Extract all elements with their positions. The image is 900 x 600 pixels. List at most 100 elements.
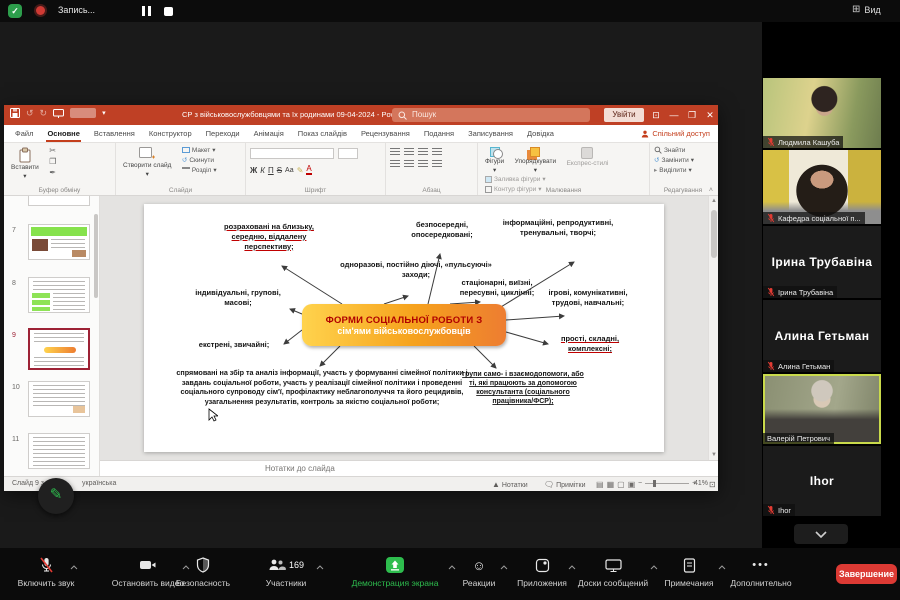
scroll-up-icon[interactable]: ▲: [709, 198, 719, 204]
undo-icon[interactable]: ↺: [26, 108, 34, 118]
security-button[interactable]: Безопасность: [158, 555, 248, 588]
slide-label-informational[interactable]: інформаційні, репродуктивні, тренувальні…: [496, 218, 620, 238]
tab-insert[interactable]: Вставлення: [87, 125, 142, 142]
slide-label-self-help[interactable]: групи само- і взаємодопомоги, або ті, як…: [458, 370, 588, 406]
slide-label-individual[interactable]: індивідуальні, групові, масові;: [182, 288, 294, 308]
language-indicator[interactable]: українська: [82, 480, 116, 487]
format-painter-icon[interactable]: ✒: [49, 168, 56, 177]
quick-styles-button[interactable]: Експрес-стилі: [564, 146, 612, 168]
thumbnail-scrollbar[interactable]: [94, 214, 98, 298]
paste-button[interactable]: Вставити▾: [8, 146, 42, 181]
participant-tile-video[interactable]: Кафедра соціальної п...: [763, 150, 881, 224]
participant-tile-active-speaker[interactable]: Валерій Петрович: [763, 374, 881, 444]
unmute-button[interactable]: Включить звук: [4, 555, 88, 588]
slide-thumbnail-9-selected[interactable]: [28, 328, 90, 370]
tab-recording[interactable]: Записування: [461, 125, 520, 142]
bullets-icon[interactable]: [390, 148, 400, 156]
numbering-icon[interactable]: [404, 148, 414, 156]
scroll-down-icon[interactable]: ▼: [709, 452, 719, 458]
align-center-icon[interactable]: [404, 160, 414, 168]
participant-tile-novideo[interactable]: Ihor Ihor: [763, 446, 881, 516]
slide-sorter-icon[interactable]: ▦: [607, 480, 615, 489]
collapse-participants-button[interactable]: [794, 524, 848, 544]
slide-label-perspective[interactable]: розраховані на близьку, середню, віддале…: [208, 222, 330, 251]
share-button[interactable]: Спільний доступ: [641, 125, 714, 142]
tab-view[interactable]: Подання: [417, 125, 461, 142]
copy-icon[interactable]: ❐: [49, 157, 56, 166]
ribbon-options-button[interactable]: ⊡: [648, 105, 664, 125]
slide-label-analysis[interactable]: спрямовані на збір та аналіз інформації,…: [172, 368, 472, 407]
slide-vertical-scrollbar[interactable]: ▲ ▼: [708, 196, 718, 460]
sign-in-button[interactable]: Увійти: [604, 108, 644, 122]
tab-help[interactable]: Довідка: [520, 125, 561, 142]
end-meeting-button[interactable]: Завершение: [836, 564, 897, 584]
maximize-button[interactable]: ❐: [684, 105, 700, 125]
slide-thumbnail-8[interactable]: [28, 277, 90, 313]
share-screen-button[interactable]: Демонстрация экрана: [330, 555, 460, 588]
align-left-icon[interactable]: [390, 160, 400, 168]
slide-center-title-box[interactable]: ФОРМИ СОЦІАЛЬНОЇ РОБОТИ З сім'ями військ…: [302, 304, 506, 346]
tab-animations[interactable]: Анімація: [247, 125, 291, 142]
tab-file[interactable]: Файл: [8, 125, 40, 142]
underline-button[interactable]: П: [268, 166, 274, 175]
collapse-ribbon-icon[interactable]: ˄: [709, 187, 713, 194]
cut-icon[interactable]: ✂: [49, 146, 56, 155]
zoom-out-icon[interactable]: −: [638, 480, 642, 487]
indent-increase-icon[interactable]: [432, 148, 442, 156]
align-right-icon[interactable]: [418, 160, 428, 168]
close-button[interactable]: ✕: [702, 105, 718, 125]
autosave-toggle[interactable]: [70, 108, 96, 118]
reset-button[interactable]: ↺Скинути: [182, 156, 217, 164]
tab-design[interactable]: Конструктор: [142, 125, 199, 142]
change-case-button[interactable]: Аа: [285, 167, 294, 174]
reading-view-icon[interactable]: ▢: [617, 480, 625, 489]
redo-icon[interactable]: ↻: [40, 108, 48, 118]
participant-tile-novideo[interactable]: Ірина Трубавіна Ірина Трубавіна: [763, 226, 881, 298]
pause-recording-button[interactable]: [142, 6, 151, 16]
bold-button[interactable]: Ж: [250, 166, 257, 175]
slide-canvas[interactable]: розраховані на близьку, середню, віддале…: [144, 204, 664, 452]
tab-slideshow[interactable]: Показ слайдів: [291, 125, 354, 142]
justify-icon[interactable]: [432, 160, 442, 168]
view-button[interactable]: ⊞ Вид: [852, 4, 881, 15]
new-slide-button[interactable]: Створити слайд▾: [120, 146, 174, 179]
font-name-select[interactable]: [250, 148, 334, 159]
tab-home[interactable]: Основне: [40, 125, 86, 142]
section-button[interactable]: Розділ ▾: [182, 166, 217, 174]
slide-label-simple[interactable]: прості, складні, комплексні;: [552, 334, 628, 354]
slide-label-direct[interactable]: безпосередні, опосередковані;: [390, 220, 494, 240]
shapes-button[interactable]: Фігури▾: [482, 146, 507, 175]
replace-button[interactable]: ↺Замінити ▾: [654, 156, 694, 164]
slide-thumbnail-partial[interactable]: [28, 196, 90, 206]
shape-fill-button[interactable]: Заливка фігури ▾: [485, 175, 553, 183]
notes-button[interactable]: Примечания: [650, 555, 728, 588]
reactions-button[interactable]: ☺ Реакции: [448, 555, 510, 588]
zoom-slider[interactable]: [645, 483, 689, 484]
slide-label-one-time[interactable]: одноразові, постійно діючі, «пульсуючі» …: [340, 260, 492, 280]
strikethrough-button[interactable]: S: [277, 166, 282, 175]
comments-toggle[interactable]: 🗨 Примітки: [544, 480, 586, 489]
save-icon[interactable]: [10, 108, 20, 118]
highlight-color-button[interactable]: ✎: [297, 166, 304, 175]
scrollbar-thumb[interactable]: [711, 210, 717, 258]
slide-label-game[interactable]: ігрові, комунікативні, трудові, навчальн…: [548, 288, 628, 308]
qat-dropdown-icon[interactable]: ▾: [102, 109, 106, 117]
slideshow-icon[interactable]: [53, 109, 64, 118]
annotation-tool-button[interactable]: ✎: [38, 478, 74, 514]
notes-toggle[interactable]: ▲ Нотатки: [492, 480, 528, 489]
minimize-button[interactable]: —: [666, 105, 682, 125]
slide-thumbnail-10[interactable]: [28, 381, 90, 417]
whiteboards-button[interactable]: Доски сообщений: [566, 555, 660, 588]
participant-tile-novideo[interactable]: Алина Гетьман Алина Гетьман: [763, 300, 881, 372]
tab-transitions[interactable]: Переходи: [199, 125, 247, 142]
search-box[interactable]: Пошук: [392, 108, 590, 122]
arrange-button[interactable]: Упорядкувати▾: [512, 146, 559, 175]
chevron-up-icon[interactable]: [316, 565, 324, 570]
indent-decrease-icon[interactable]: [418, 148, 428, 156]
participant-tile-video[interactable]: Людмила Кашуба: [763, 78, 881, 148]
italic-button[interactable]: К: [260, 166, 265, 175]
slide-label-stationary[interactable]: стаціонарні, виїзні, пересувні, циклічні…: [442, 278, 552, 298]
fit-to-window-icon[interactable]: ⊡: [709, 480, 716, 489]
slide-label-emergency[interactable]: екстрені, звичайні;: [184, 340, 284, 350]
stop-recording-button[interactable]: [164, 7, 173, 16]
